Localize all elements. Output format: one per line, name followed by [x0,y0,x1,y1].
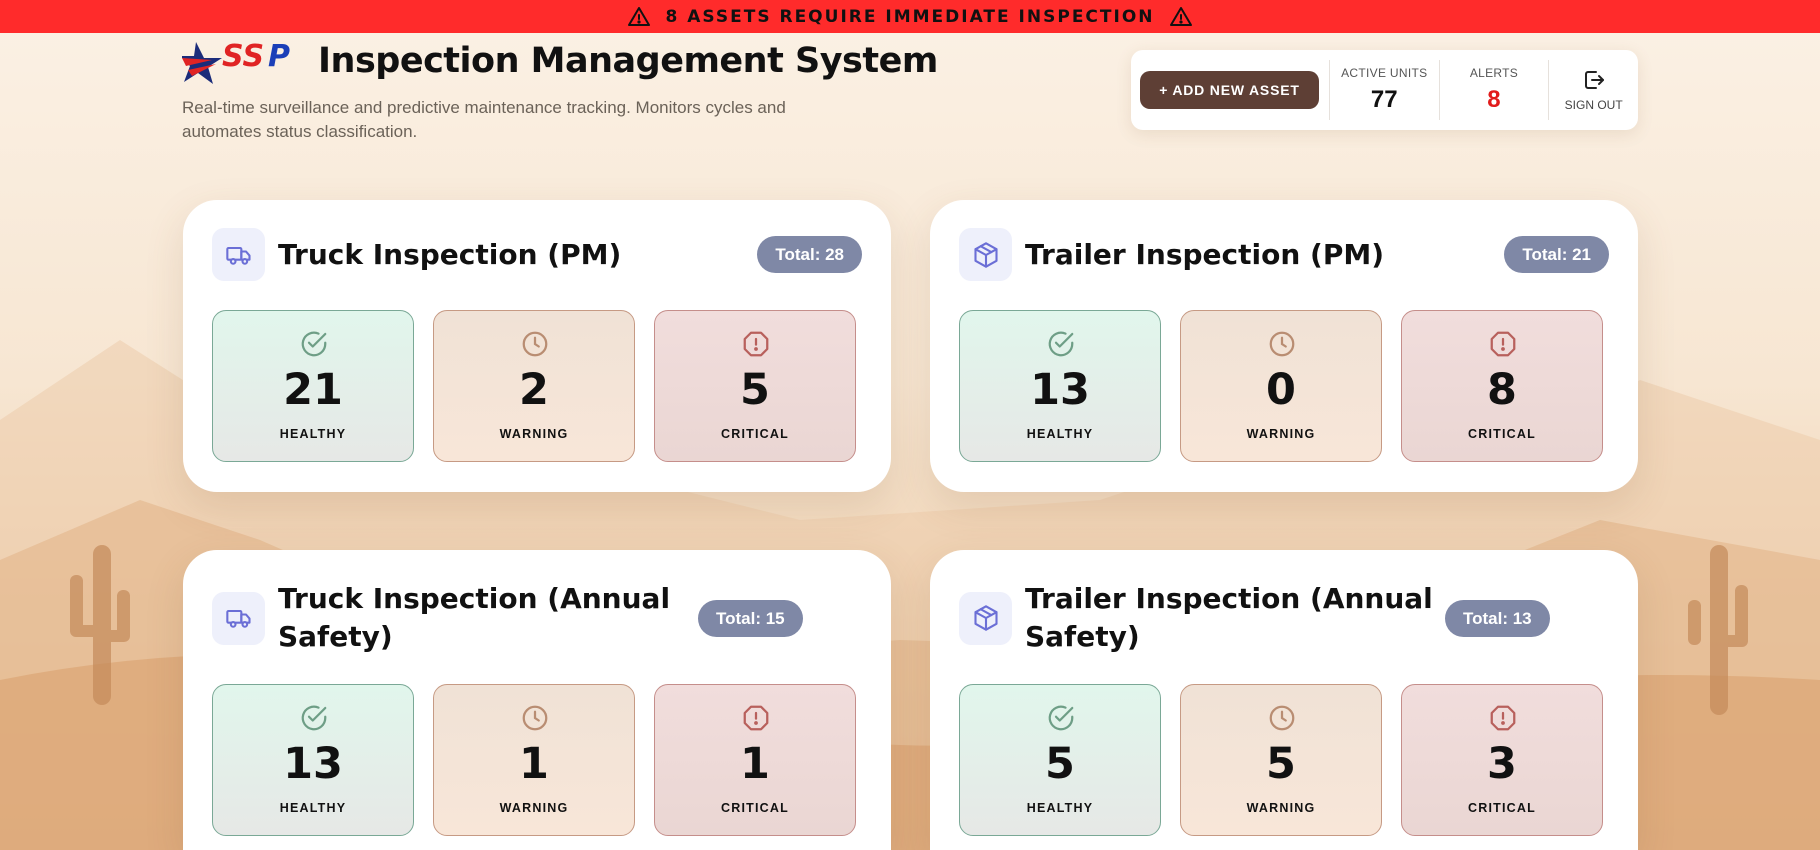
warning-count: 5 [1266,739,1296,789]
healthy-count: 13 [283,739,343,789]
healthy-count: 13 [1030,365,1090,415]
total-badge: Total: 21 [1504,236,1609,273]
healthy-count: 21 [283,365,343,415]
total-badge: Total: 13 [1445,599,1550,637]
healthy-label: HEALTHY [1026,427,1094,441]
healthy-tile[interactable]: 5 HEALTHY [959,684,1161,836]
truck-pm-card[interactable]: Truck Inspection (PM) Total: 28 21 HEALT… [183,200,891,492]
card-title: Truck Inspection (Annual Safety) [278,582,671,653]
critical-tile[interactable]: 1 CRITICAL [654,684,856,836]
healthy-tile[interactable]: 13 HEALTHY [212,684,414,836]
critical-count: 1 [740,739,770,789]
add-new-asset-button[interactable]: + ADD NEW ASSET [1140,71,1319,109]
card-title: Trailer Inspection (PM) [1025,237,1384,271]
svg-text:P: P [268,39,290,74]
warning-count: 2 [519,365,549,415]
critical-tile[interactable]: 5 CRITICAL [654,310,856,462]
banner-text: 8 ASSETS REQUIRE IMMEDIATE INSPECTION [665,6,1155,27]
warning-triangle-icon [628,6,651,26]
warning-tile[interactable]: 2 WARNING [433,310,635,462]
warning-count: 1 [519,739,549,789]
truck-icon [212,591,265,645]
svg-text:SS: SS [222,39,264,74]
alert-octagon-icon [1490,705,1516,731]
warning-label: WARNING [499,427,569,441]
truck-icon [212,228,265,281]
check-circle-icon [1048,705,1074,731]
alerts-value: 8 [1487,86,1501,113]
warning-label: WARNING [1246,427,1316,441]
page-subtitle: Real-time surveillance and predictive ma… [182,98,786,141]
critical-tile[interactable]: 8 CRITICAL [1401,310,1603,462]
alert-octagon-icon [743,331,769,357]
clock-icon [1269,705,1295,731]
critical-tile[interactable]: 3 CRITICAL [1401,684,1603,836]
status-panel: + ADD NEW ASSET ACTIVE UNITS 77 ALERTS 8… [1131,50,1638,130]
warning-triangle-icon [1169,6,1192,26]
healthy-count: 5 [1045,739,1075,789]
active-units-label: ACTIVE UNITS [1341,66,1428,80]
check-circle-icon [301,331,327,357]
sign-out-icon [1584,71,1604,89]
sign-out-label: SIGN OUT [1564,98,1623,112]
critical-count: 8 [1487,365,1517,415]
card-title: Trailer Inspection (Annual Safety) [1025,582,1433,653]
alerts-label: ALERTS [1469,66,1519,80]
page-title: Inspection Management System [318,41,938,81]
total-badge: Total: 28 [757,236,862,273]
active-units-value: 77 [1370,86,1398,113]
critical-count: 3 [1487,739,1517,789]
critical-label: CRITICAL [1468,427,1536,441]
warning-tile[interactable]: 1 WARNING [433,684,635,836]
alert-octagon-icon [743,705,769,731]
package-icon [959,591,1012,645]
package-icon [959,228,1012,281]
clock-icon [522,705,548,731]
healthy-label: HEALTHY [1026,801,1094,815]
truck-annual-safety-card[interactable]: Truck Inspection (Annual Safety) Total: … [183,550,891,850]
critical-label: CRITICAL [721,427,789,441]
alerts-stat: ALERTS 8 [1440,66,1549,114]
trailer-annual-safety-card[interactable]: Trailer Inspection (Annual Safety) Total… [930,550,1638,850]
critical-count: 5 [740,365,770,415]
page-header: SS P Inspection Management System Real-t… [182,36,938,144]
card-title: Truck Inspection (PM) [278,237,622,271]
healthy-tile[interactable]: 13 HEALTHY [959,310,1161,462]
ssp-logo: SS P [182,39,290,84]
clock-icon [1269,331,1295,357]
critical-label: CRITICAL [1468,801,1536,815]
warning-tile[interactable]: 5 WARNING [1180,684,1382,836]
check-circle-icon [301,705,327,731]
active-units-stat: ACTIVE UNITS 77 [1330,66,1439,114]
alert-banner: 8 ASSETS REQUIRE IMMEDIATE INSPECTION [0,0,1820,33]
warning-tile[interactable]: 0 WARNING [1180,310,1382,462]
healthy-label: HEALTHY [279,427,347,441]
sign-out-button[interactable]: SIGN OUT [1549,68,1638,112]
check-circle-icon [1048,331,1074,357]
warning-label: WARNING [499,801,569,815]
critical-label: CRITICAL [721,801,789,815]
warning-label: WARNING [1246,801,1316,815]
warning-count: 0 [1266,365,1296,415]
total-badge: Total: 15 [698,599,803,637]
clock-icon [522,331,548,357]
alert-octagon-icon [1490,331,1516,357]
trailer-pm-card[interactable]: Trailer Inspection (PM) Total: 21 13 HEA… [930,200,1638,492]
healthy-tile[interactable]: 21 HEALTHY [212,310,414,462]
healthy-label: HEALTHY [279,801,347,815]
